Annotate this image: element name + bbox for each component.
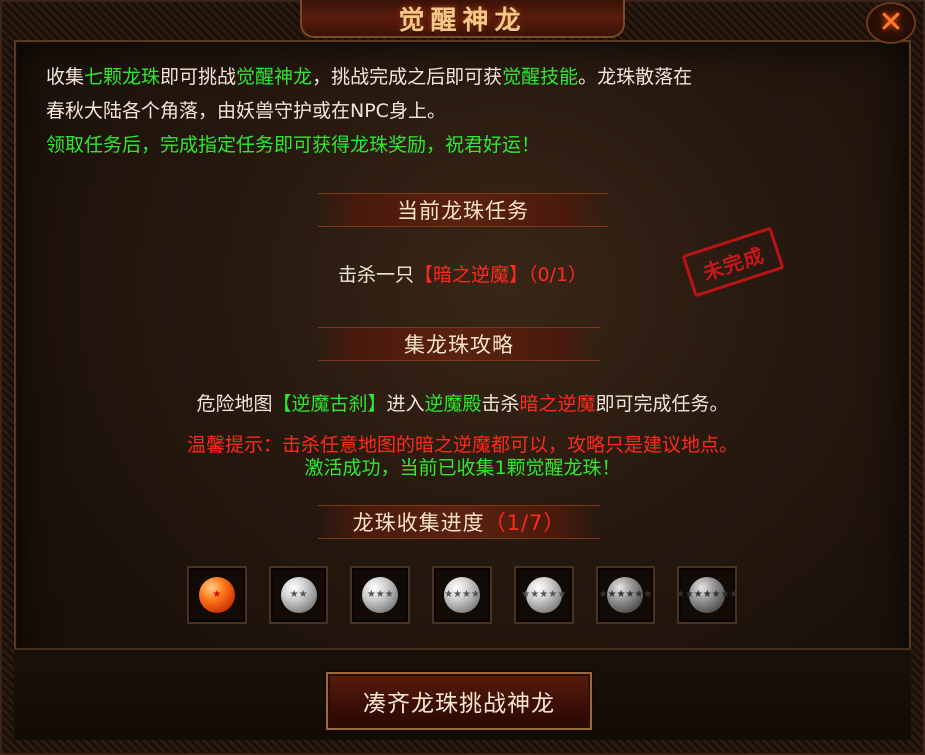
close-button[interactable]: ✕ <box>866 2 916 44</box>
task-line: 击杀一只【暗之逆魔】（0/1） <box>0 260 925 287</box>
intro-text-7: 。龙珠散落在 <box>578 66 693 88</box>
guide-text-7: 即可完成任务。 <box>595 393 729 415</box>
success-message: 激活成功，当前已收集1颗觉醒龙珠！ <box>304 457 621 479</box>
guide-text-3: 进入 <box>386 393 425 415</box>
dragonball-slots: ★ ★★ ★★★ ★★★★ ★★★★★ ★★★★★★ ★★★★★★★ <box>187 566 739 624</box>
seven-dragonballs-highlight: 七颗龙珠 <box>84 66 161 88</box>
collection-label: 龙珠收集进度 <box>352 511 485 535</box>
dragonball-slot-7[interactable]: ★★★★★★★ <box>676 566 739 624</box>
collection-header: 龙珠收集进度 （1/7） <box>318 505 600 539</box>
dragonball-3-icon: ★★★ <box>362 577 399 613</box>
close-icon: ✕ <box>878 5 904 40</box>
guide-line: 危险地图【逆魔古刹】进入逆魔殿击杀暗之逆魔即可完成任务。 <box>0 389 925 416</box>
title-bar: 觉醒神龙 <box>300 0 625 38</box>
dragonball-4-icon: ★★★★ <box>444 577 481 613</box>
dragonball-slot-5[interactable]: ★★★★★ <box>513 566 574 624</box>
intro-line-1: 收集七颗龙珠即可挑战觉醒神龙，挑战完成之后即可获觉醒技能。龙珠散落在 <box>46 60 896 94</box>
dragonball-slot-6[interactable]: ★★★★★★ <box>595 566 656 624</box>
intro-text-3: 即可挑战 <box>160 66 237 88</box>
awaken-skill-highlight: 觉醒技能 <box>502 66 579 88</box>
intro-line-2: 春秋大陆各个角落，由妖兽守护或在NPC身上。 <box>46 100 446 122</box>
guide-text-5: 击杀 <box>481 393 520 415</box>
collection-count: （1/7） <box>484 511 566 535</box>
dragonball-7-icon: ★★★★★★★ <box>676 577 739 613</box>
dragonball-5-icon: ★★★★★ <box>521 577 566 613</box>
dragonball-2-icon: ★★ <box>280 577 317 613</box>
dragonball-slot-4[interactable]: ★★★★ <box>432 566 492 624</box>
intro-line-3: 领取任务后，完成指定任务即可获得龙珠奖励，祝君好运！ <box>46 134 541 156</box>
intro-text: 收集七颗龙珠即可挑战觉醒神龙，挑战完成之后即可获觉醒技能。龙珠散落在 春秋大陆各… <box>46 60 896 162</box>
dragonball-1-icon: ★ <box>198 577 235 613</box>
dragonball-slot-3[interactable]: ★★★ <box>350 566 411 624</box>
dragonball-slot-1[interactable]: ★ <box>187 566 247 624</box>
awaken-dragon-highlight: 觉醒神龙 <box>236 66 313 88</box>
task-target[interactable]: 【暗之逆魔】 <box>414 264 528 286</box>
challenge-dragon-button[interactable]: 凑齐龙珠挑战神龙 <box>326 672 592 730</box>
intro-text-5: ，挑战完成之后即可获 <box>312 66 503 88</box>
current-task-header: 当前龙珠任务 <box>318 193 608 227</box>
task-progress: （0/1） <box>527 264 588 286</box>
dragonball-slot-2[interactable]: ★★ <box>268 566 329 624</box>
guide-hall-link[interactable]: 逆魔殿 <box>424 393 481 415</box>
dragonball-6-icon: ★★★★★★ <box>599 577 652 613</box>
task-prefix: 击杀一只 <box>337 264 414 286</box>
guide-map-link[interactable]: 【逆魔古刹】 <box>272 393 386 415</box>
dialog-title: 觉醒神龙 <box>398 5 527 36</box>
guide-monster: 暗之逆魔 <box>519 393 596 415</box>
intro-text-1: 收集 <box>46 66 85 88</box>
guide-header: 集龙珠攻略 <box>318 327 600 361</box>
guide-text-1: 危险地图 <box>196 393 273 415</box>
